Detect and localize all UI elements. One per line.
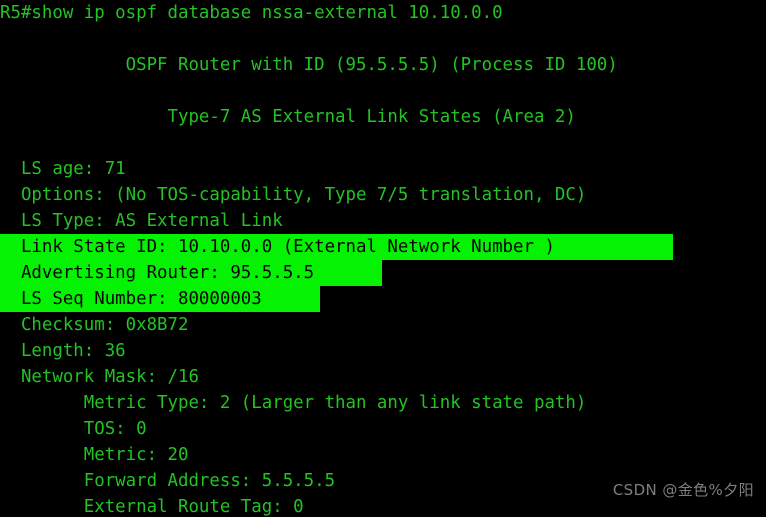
lsa-line: Metric Type: 2 (Larger than any link sta… bbox=[0, 390, 766, 416]
lsa-line-text: Link State ID: 10.10.0.0 (External Netwo… bbox=[0, 237, 555, 257]
lsa-line-text: LS age: 71 bbox=[0, 159, 126, 179]
ospf-router-header-text: OSPF Router with ID (95.5.5.5) (Process … bbox=[0, 55, 618, 75]
lsa-line-text: Network Mask: /16 bbox=[0, 367, 199, 387]
command-prompt-line: R5#show ip ospf database nssa-external 1… bbox=[0, 0, 766, 26]
ospf-router-header-line: OSPF Router with ID (95.5.5.5) (Process … bbox=[0, 52, 766, 78]
terminal-output: R5#show ip ospf database nssa-external 1… bbox=[0, 0, 766, 517]
lsa-line-text: Advertising Router: 95.5.5.5 bbox=[0, 263, 315, 283]
spacer-line-3 bbox=[0, 130, 766, 156]
terminal-window: R5#show ip ospf database nssa-external 1… bbox=[0, 0, 766, 517]
lsa-line-text: Length: 36 bbox=[0, 341, 126, 361]
lsa-section-header-text: Type-7 AS External Link States (Area 2) bbox=[0, 107, 576, 127]
lsa-line: Options: (No TOS-capability, Type 7/5 tr… bbox=[0, 182, 766, 208]
lsa-line-text: Checksum: 0x8B72 bbox=[0, 315, 189, 335]
lsa-line: Length: 36 bbox=[0, 338, 766, 364]
lsa-line: LS Type: AS External Link bbox=[0, 208, 766, 234]
lsa-section-header-line: Type-7 AS External Link States (Area 2) bbox=[0, 104, 766, 130]
lsa-line: External Route Tag: 0 bbox=[0, 494, 766, 517]
lsa-line: TOS: 0 bbox=[0, 416, 766, 442]
lsa-line: Network Mask: /16 bbox=[0, 364, 766, 390]
lsa-line-text: Forward Address: 5.5.5.5 bbox=[0, 471, 336, 491]
spacer-line-2 bbox=[0, 78, 766, 104]
lsa-line-highlighted[interactable]: Link State ID: 10.10.0.0 (External Netwo… bbox=[0, 234, 766, 260]
lsa-line: Metric: 20 bbox=[0, 442, 766, 468]
lsa-line-text: Metric: 20 bbox=[0, 445, 189, 465]
lsa-line: Forward Address: 5.5.5.5 bbox=[0, 468, 766, 494]
spacer-line-1 bbox=[0, 26, 766, 52]
lsa-line: Checksum: 0x8B72 bbox=[0, 312, 766, 338]
lsa-line-text: Metric Type: 2 (Larger than any link sta… bbox=[0, 393, 587, 413]
lsa-line-highlighted[interactable]: LS Seq Number: 80000003 bbox=[0, 286, 766, 312]
lsa-line-text: LS Seq Number: 80000003 bbox=[0, 289, 262, 309]
lsa-line-highlighted[interactable]: Advertising Router: 95.5.5.5 bbox=[0, 260, 766, 286]
lsa-line-text: External Route Tag: 0 bbox=[0, 497, 304, 517]
command-prompt-text: R5#show ip ospf database nssa-external 1… bbox=[0, 3, 503, 23]
lsa-line: LS age: 71 bbox=[0, 156, 766, 182]
lsa-line-text: LS Type: AS External Link bbox=[0, 211, 283, 231]
lsa-detail-block: LS age: 71 Options: (No TOS-capability, … bbox=[0, 156, 766, 517]
lsa-line-text: Options: (No TOS-capability, Type 7/5 tr… bbox=[0, 185, 587, 205]
lsa-line-text: TOS: 0 bbox=[0, 419, 147, 439]
